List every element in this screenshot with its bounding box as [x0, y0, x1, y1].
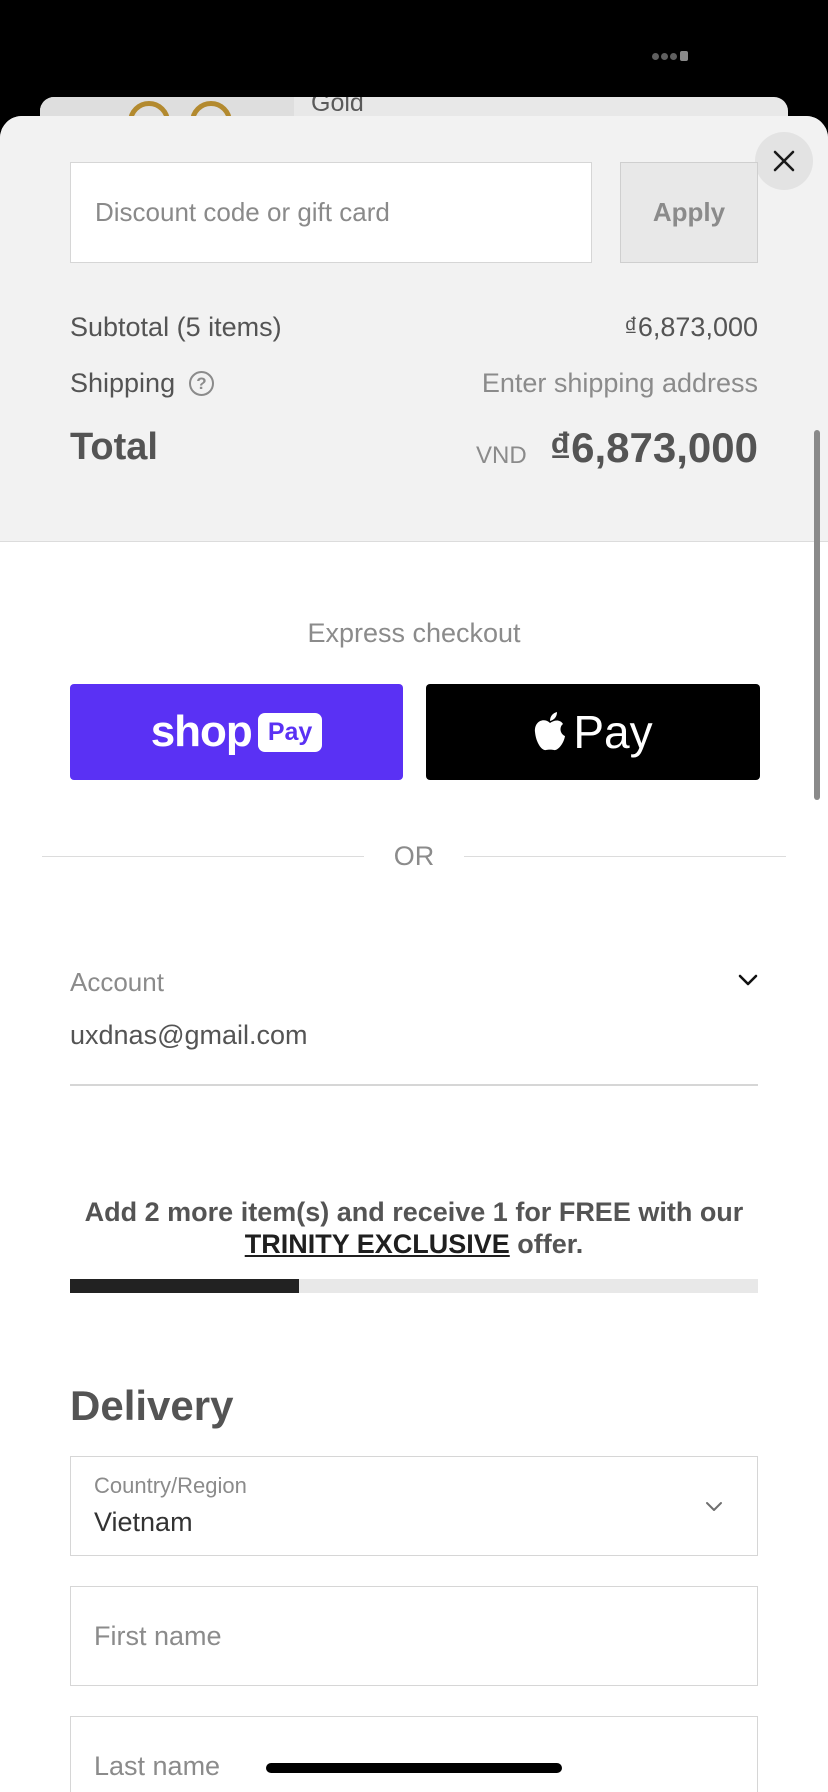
first-name-input[interactable] — [70, 1586, 758, 1686]
home-indicator — [266, 1763, 562, 1773]
promo-text: Add 2 more item(s) and receive 1 for FRE… — [84, 1197, 744, 1227]
country-select-label: Country/Region — [94, 1473, 247, 1498]
order-summary: Apply Subtotal (5 items) ₫6,873,000 Ship… — [0, 116, 828, 542]
apply-button[interactable]: Apply — [620, 162, 758, 263]
shop-pay-badge: Pay — [257, 712, 323, 752]
close-icon — [773, 150, 795, 172]
shipping-label: Shipping — [70, 368, 176, 398]
promo-progress-fill — [70, 1279, 300, 1293]
subtotal-value: ₫6,873,000 — [624, 312, 758, 342]
apple-pay-label: Pay — [573, 706, 653, 758]
country-select[interactable]: Country/Region Vietnam — [70, 1456, 758, 1556]
subtotal-label: Subtotal (5 items) — [70, 312, 282, 342]
chevron-down-icon[interactable] — [736, 968, 760, 992]
promo-progress-bar — [70, 1279, 758, 1293]
promo-text-end: offer. — [509, 1229, 584, 1259]
promo-message: Add 2 more item(s) and receive 1 for FRE… — [0, 1196, 828, 1260]
checkout-sheet: Apply Subtotal (5 items) ₫6,873,000 Ship… — [0, 116, 828, 1792]
account-divider — [70, 1084, 758, 1086]
country-select-value: Vietnam — [94, 1507, 193, 1537]
product-name: Gold — [311, 97, 364, 117]
apple-icon — [535, 712, 566, 751]
shop-pay-button[interactable]: shop Pay — [70, 684, 403, 780]
scrollbar[interactable] — [814, 430, 820, 800]
promo-link[interactable]: TRINITY EXCLUSIVE — [245, 1229, 510, 1259]
total-amount: ₫6,873,000 — [549, 424, 758, 471]
express-checkout-title: Express checkout — [307, 618, 521, 648]
last-name-input[interactable] — [70, 1716, 758, 1792]
discount-code-input[interactable] — [70, 162, 592, 263]
total-currency: VND — [476, 442, 527, 469]
apple-pay-button[interactable]: Pay — [426, 684, 760, 780]
status-indicator — [652, 50, 692, 62]
shop-pay-logo-text: shop — [150, 707, 253, 756]
account-label: Account — [70, 967, 164, 997]
close-button[interactable] — [755, 132, 813, 190]
divider-right — [464, 856, 786, 857]
shipping-value: Enter shipping address — [481, 368, 758, 398]
account-email: uxdnas@gmail.com — [70, 1020, 308, 1050]
help-icon[interactable]: ? — [189, 371, 214, 396]
delivery-title: Delivery — [70, 1382, 234, 1429]
total-label: Total — [70, 426, 158, 468]
chevron-down-icon — [706, 1502, 722, 1511]
